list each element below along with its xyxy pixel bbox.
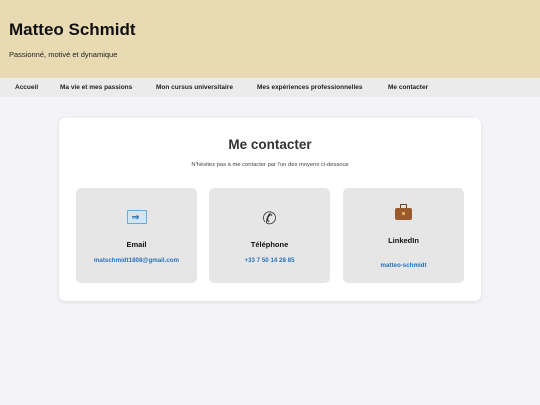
site-title: Matteo Schmidt [9, 20, 136, 39]
nav-item-contact[interactable]: Me contacter [388, 78, 428, 97]
contact-method-label: Téléphone [250, 240, 289, 249]
contact-title: Me contacter [228, 137, 312, 152]
site-header: Matteo Schmidt Passionné, motivé et dyna… [0, 0, 540, 78]
briefcase-icon [343, 204, 464, 225]
main-nav: Accueil Ma vie et mes passions Mon cursu… [0, 78, 540, 97]
phone-icon: ✆ [262, 209, 277, 228]
linkedin-link[interactable]: matteo-schmidt [343, 262, 464, 269]
contact-method-linkedin: LinkedIn matteo-schmidt [343, 188, 464, 283]
contact-method-label: Email [126, 240, 147, 249]
site-tagline: Passionné, motivé et dynamique [9, 50, 118, 59]
email-link[interactable]: matschmidt1808@gmail.com [76, 257, 197, 264]
contact-subtitle: N'hésitez pas à me contacter par l'un de… [191, 162, 349, 168]
contact-method-email: ⇒ Email matschmidt1808@gmail.com [76, 188, 197, 283]
contact-card: Me contacter N'hésitez pas à me contacte… [59, 118, 481, 301]
nav-item-experiences[interactable]: Mes expériences professionnelles [257, 78, 363, 97]
nav-item-cursus[interactable]: Mon cursus universitaire [156, 78, 233, 97]
email-icon: ⇒ [76, 210, 197, 229]
contact-method-label: LinkedIn [388, 236, 419, 245]
nav-item-accueil[interactable]: Accueil [15, 78, 38, 97]
contact-method-phone: ✆ Téléphone +33 7 50 14 28 85 [209, 188, 330, 283]
phone-link[interactable]: +33 7 50 14 28 85 [209, 257, 330, 264]
nav-item-vie-passions[interactable]: Ma vie et mes passions [60, 78, 132, 97]
